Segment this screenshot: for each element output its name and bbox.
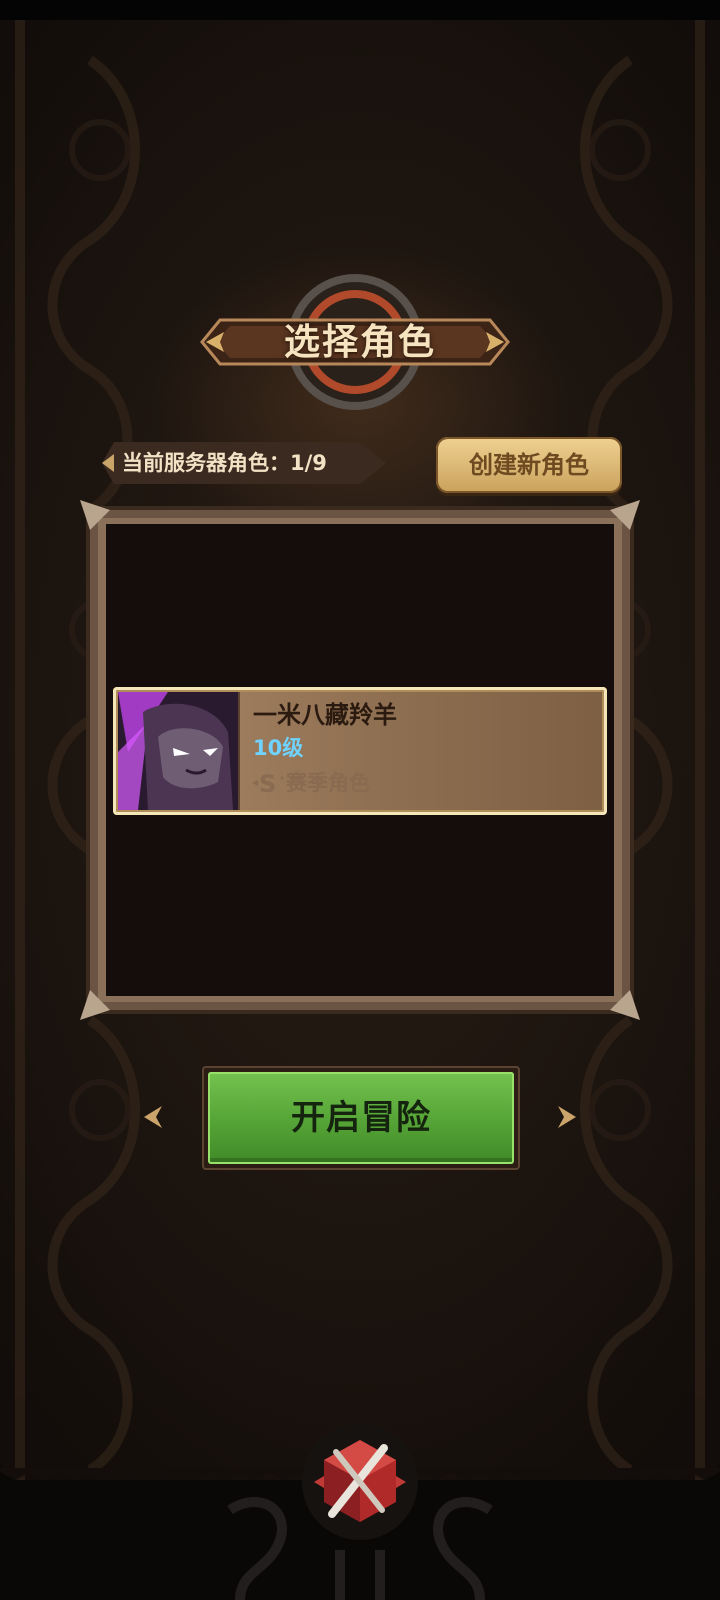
right-arrow-decoration-icon bbox=[558, 1106, 576, 1128]
season-badge-label: 赛季角色 bbox=[286, 771, 370, 795]
create-new-character-button[interactable]: 创建新角色 bbox=[436, 437, 622, 493]
svg-text:S: S bbox=[259, 770, 276, 798]
season-badge: S 赛季角色 bbox=[250, 768, 370, 798]
left-arrow-decoration-icon bbox=[144, 1106, 162, 1128]
season-s-icon: S bbox=[252, 770, 283, 798]
server-character-count: 当前服务器角色：1/9 bbox=[122, 451, 327, 475]
character-avatar bbox=[118, 692, 240, 810]
start-adventure-button[interactable]: 开启冒险 bbox=[208, 1072, 514, 1164]
status-bar bbox=[0, 0, 720, 20]
purple-hooded-character-portrait-icon bbox=[118, 692, 238, 810]
crossed-swords-emblem-icon bbox=[302, 1424, 418, 1540]
character-name: 一米八藏羚羊 bbox=[253, 701, 397, 729]
page-title: 选择角色 bbox=[283, 322, 436, 363]
character-level: 10级 bbox=[253, 736, 304, 760]
